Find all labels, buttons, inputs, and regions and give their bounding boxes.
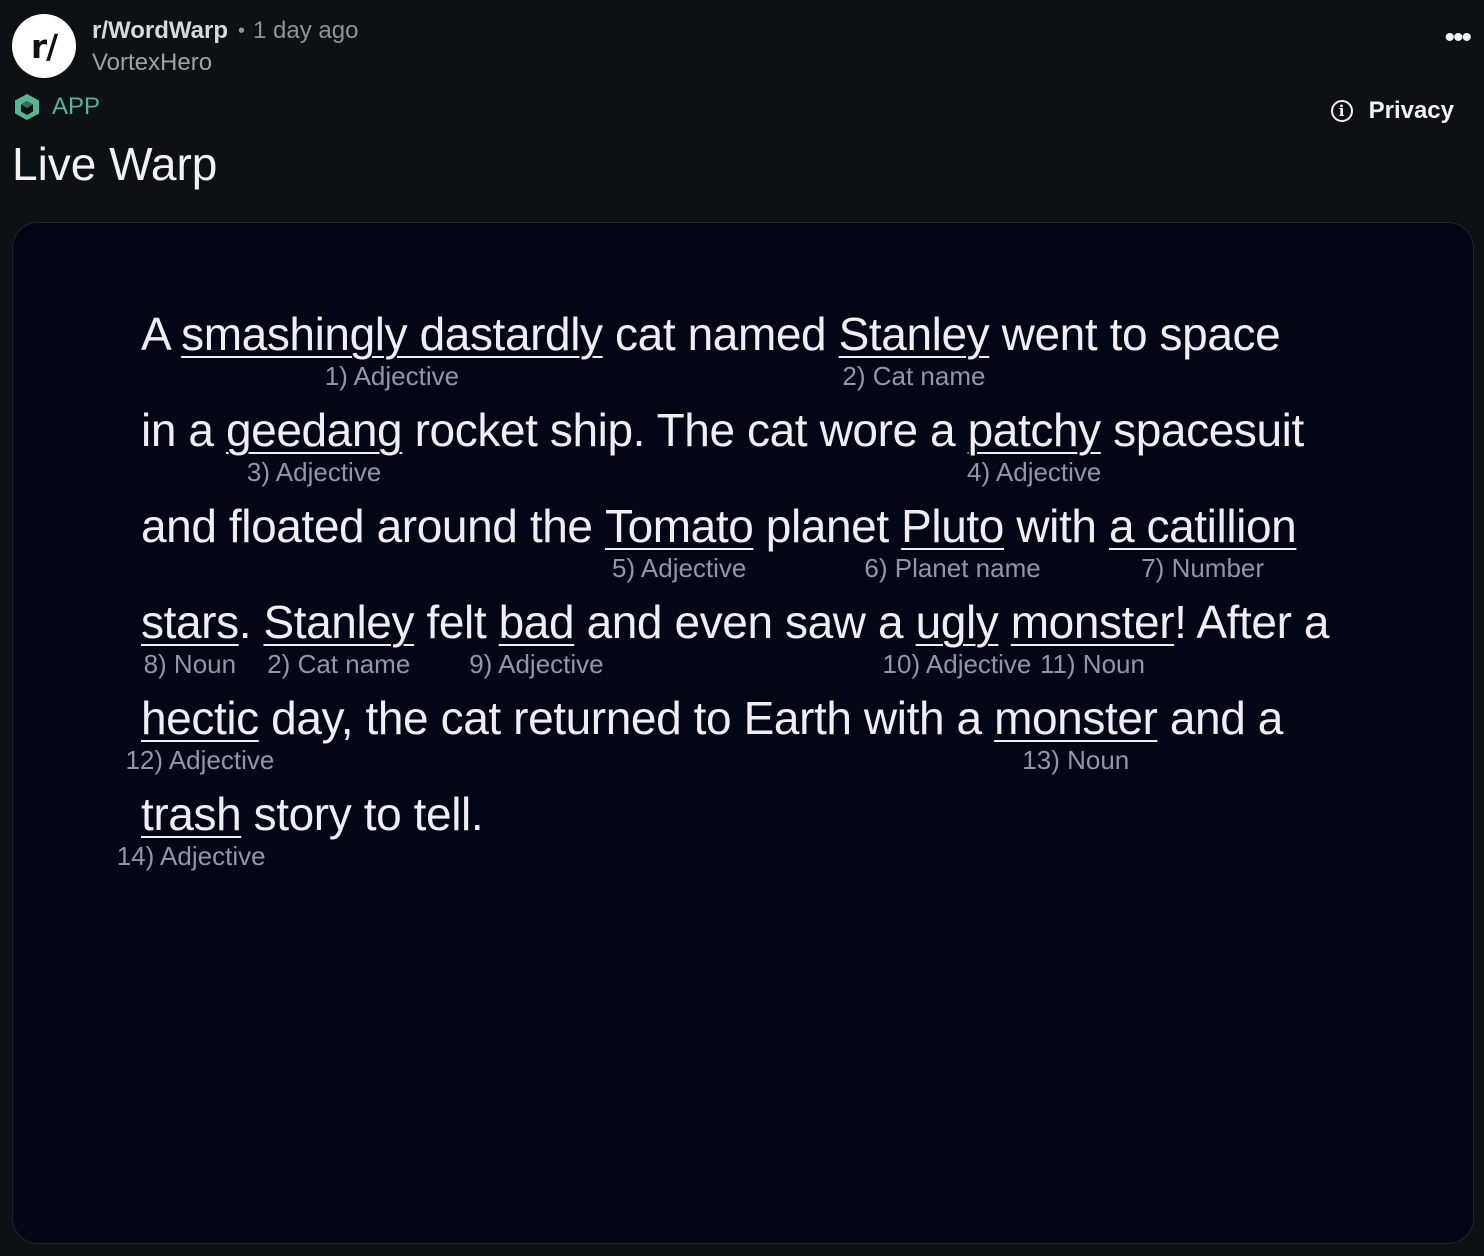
warp-word[interactable]: stars 8) Noun	[141, 595, 239, 679]
story-text-segment: A	[141, 308, 182, 360]
word-hint-label: 1) Adjective	[324, 361, 460, 391]
story-line: in a geedang 3) Adjective rocket ship. Th…	[141, 403, 1361, 499]
warp-word[interactable]: hectic 12) Adjective	[125, 691, 274, 775]
word-hint-label: 9) Adjective	[469, 649, 604, 679]
story-text-segment: went to space	[989, 308, 1281, 360]
story-text-segment: and floated around the	[141, 500, 605, 552]
more-icon: •••	[1444, 21, 1471, 54]
story-line: stars 8) Noun. Stanley 2) Cat name felt ba…	[141, 595, 1361, 691]
app-frame: A smashingly dastardly 1) Adjective cat n…	[12, 222, 1474, 1244]
story-text-segment: planet	[753, 500, 902, 552]
word-hint-label: 8) Noun	[143, 649, 237, 679]
story-line: hectic 12) Adjective day, the cat returne…	[125, 691, 1361, 787]
story-line: A smashingly dastardly 1) Adjective cat n…	[141, 307, 1361, 403]
story-text-segment: day, the cat returned to Earth with a	[258, 692, 995, 744]
warp-word[interactable]: trash 14) Adjective	[117, 787, 266, 871]
word-hint-label: 2) Cat name	[842, 361, 986, 391]
story-text-segment: in a	[141, 404, 226, 456]
post-title: Live Warp	[12, 138, 218, 190]
word-hint-label: 12) Adjective	[125, 745, 275, 775]
warp-word[interactable]: geedang 3) Adjective	[226, 403, 403, 487]
story-text-segment	[998, 596, 1010, 648]
story-line: trash 14) Adjective story to tell.	[117, 787, 1361, 883]
story-text-segment: story to tell.	[241, 788, 484, 840]
warp-word[interactable]: bad 9) Adjective	[469, 595, 603, 679]
story-text-segment: rocket ship. The cat wore a	[402, 404, 968, 456]
word-hint-label: 10) Adjective	[882, 649, 1032, 679]
post-time: 1 day ago	[253, 17, 359, 44]
privacy-label: Privacy	[1368, 97, 1454, 124]
story-text-segment: felt	[414, 596, 499, 648]
warp-word[interactable]: Stanley 2) Cat name	[263, 595, 414, 679]
warp-word[interactable]: Stanley 2) Cat name	[839, 307, 990, 391]
story-text-segment: ! After a	[1174, 596, 1330, 648]
story-text-segment: cat named	[602, 308, 839, 360]
warp-word[interactable]: monster 13) Noun	[994, 691, 1158, 775]
warp-word[interactable]: smashingly dastardly 1) Adjective	[181, 307, 603, 391]
more-options-button[interactable]: •••	[1444, 23, 1471, 53]
app-badge-label: APP	[52, 93, 101, 120]
story-text: A smashingly dastardly 1) Adjective cat n…	[117, 307, 1361, 883]
privacy-button[interactable]: i Privacy	[1330, 94, 1454, 128]
word-hint-label: 2) Cat name	[267, 649, 411, 679]
word-hint-label: 7) Number	[1141, 553, 1265, 583]
word-hint-label: 3) Adjective	[246, 457, 382, 487]
warp-word[interactable]: monster 11) Noun	[1011, 595, 1175, 679]
warp-word[interactable]: Tomato 5) Adjective	[605, 499, 754, 583]
warp-word[interactable]: a catillion 7) Number	[1109, 499, 1297, 583]
app-badge: APP	[12, 90, 100, 124]
word-hint-label: 5) Adjective	[611, 553, 747, 583]
meta-separator: •	[238, 20, 246, 42]
word-hint-label: 11) Noun	[1039, 649, 1145, 679]
avatar-label: r/	[30, 26, 58, 66]
cube-icon	[15, 94, 39, 120]
info-icon: i	[1330, 100, 1353, 122]
post-meta: r/WordWarp • 1 day ago VortexHero	[92, 16, 358, 78]
warp-word[interactable]: patchy 4) Adjective	[967, 403, 1101, 487]
author-link[interactable]: VortexHero	[92, 48, 358, 78]
story-text-segment: spacesuit	[1100, 404, 1304, 456]
word-hint-label: 13) Noun	[1022, 745, 1130, 775]
subreddit-link[interactable]: r/WordWarp	[92, 16, 228, 46]
story-text-segment: and a	[1157, 692, 1284, 744]
warp-word[interactable]: ugly 10) Adjective	[883, 595, 1032, 679]
post-meta-line: r/WordWarp • 1 day ago	[92, 16, 358, 46]
story-text-segment: and even saw a	[574, 596, 916, 648]
word-hint-label: 14) Adjective	[116, 841, 266, 871]
word-hint-label: 6) Planet name	[864, 553, 1041, 583]
story-text-segment: .	[238, 596, 264, 648]
story-text-segment: with	[1003, 500, 1109, 552]
word-hint-label: 4) Adjective	[966, 457, 1102, 487]
subreddit-avatar[interactable]: r/	[12, 14, 76, 78]
warp-word[interactable]: Pluto 6) Planet name	[864, 499, 1040, 583]
story-line: and floated around the Tomato 5) Adjectiv…	[141, 499, 1361, 595]
